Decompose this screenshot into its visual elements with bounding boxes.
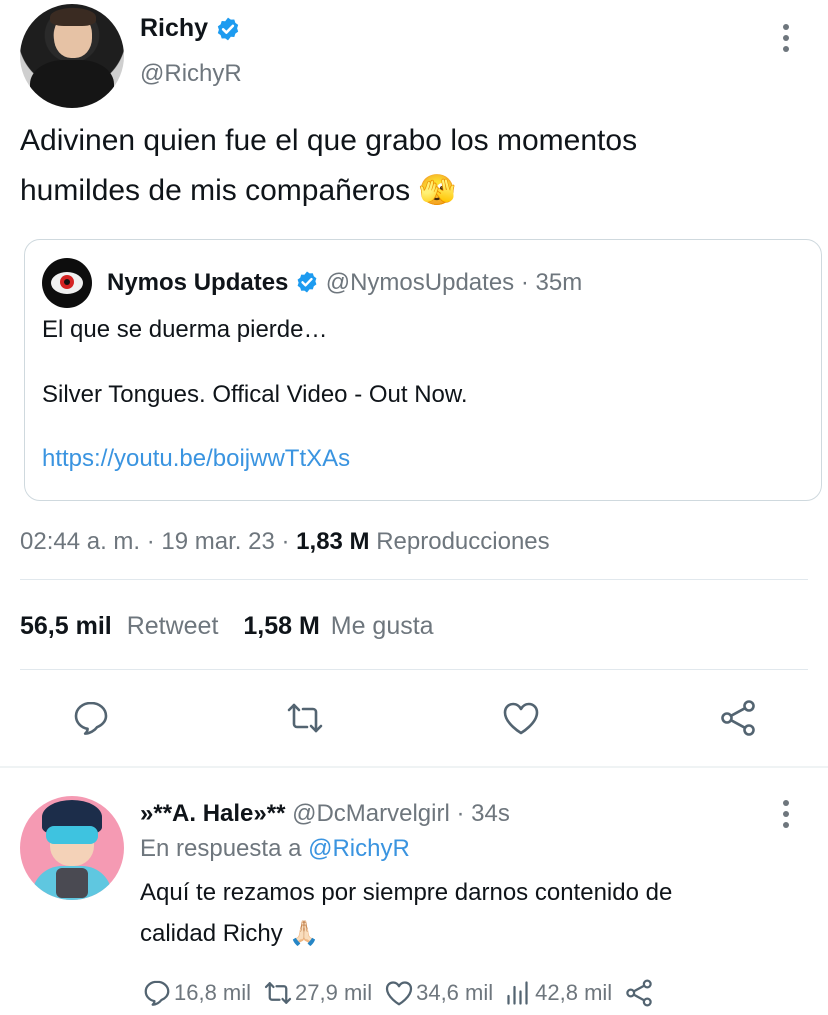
reply-author-avatar[interactable] xyxy=(20,796,124,900)
likes-count: 1,58 M xyxy=(243,612,320,640)
reply-header: »**A. Hale»** @DcMarvelgirl · 34s xyxy=(140,800,510,828)
section-divider xyxy=(0,766,828,768)
reply-author-handle[interactable]: @DcMarvelgirl xyxy=(292,800,450,827)
reply-retweets-count: 27,9 mil xyxy=(295,980,373,1005)
quote-separator: · xyxy=(520,269,529,296)
author-name[interactable]: Richy xyxy=(140,14,208,42)
likes-link[interactable]: 1,58 M Me gusta xyxy=(243,612,433,640)
heart-icon xyxy=(385,981,413,1006)
tweet-time[interactable]: 02:44 a. m. xyxy=(20,528,140,555)
quote-author-name[interactable]: Nymos Updates xyxy=(107,269,288,296)
quote-time: 35m xyxy=(535,269,583,296)
views-count: 1,83 M xyxy=(296,528,370,555)
tweet-date[interactable]: 19 mar. 23 xyxy=(161,528,274,555)
quote-text-line2: Silver Tongues. Offical Video - Out Now. xyxy=(42,381,468,408)
reply-share-action[interactable] xyxy=(624,978,656,1008)
quote-verified-badge-icon xyxy=(297,271,317,293)
reply-icon xyxy=(144,980,170,1006)
reply-text-line2: calidad Richy xyxy=(140,920,283,947)
reply-emoji: 🙏🏻 xyxy=(289,920,320,947)
quote-author-avatar[interactable] xyxy=(42,258,92,308)
tweet-text-line1: Adivinen quien fue el que grabo los mome… xyxy=(20,124,638,157)
reply-retweet-action[interactable]: 27,9 mil xyxy=(263,978,372,1008)
tweet-text-line2-row: humildes de mis compañeros 🫣 xyxy=(20,166,637,216)
reply-reply-action[interactable]: 16,8 mil xyxy=(142,978,251,1008)
reply-replies-count: 16,8 mil xyxy=(174,980,252,1005)
views-chart-icon xyxy=(507,981,528,1005)
reply-text-line2-row: calidad Richy 🙏🏻 xyxy=(140,913,672,954)
reply-icon[interactable] xyxy=(71,698,111,738)
reply-time: 34s xyxy=(471,800,510,827)
divider xyxy=(20,669,808,670)
reply-views-action[interactable]: 42,8 mil xyxy=(505,978,612,1008)
author-handle[interactable]: @RichyR xyxy=(140,60,242,88)
reply-author-name[interactable]: »**A. Hale»** xyxy=(140,800,285,827)
reply-text: Aquí te rezamos por siempre darnos conte… xyxy=(140,872,672,954)
author-name-row[interactable]: Richy xyxy=(140,14,241,43)
engagement-stats: 56,5 mil Retweet 1,58 M Me gusta xyxy=(20,612,434,641)
tweet-emoji: 🫣 xyxy=(418,174,456,207)
in-reply-handle[interactable]: @RichyR xyxy=(308,835,410,862)
quote-link[interactable]: https://youtu.be/boijwwTtXAs xyxy=(42,445,350,473)
share-icon[interactable] xyxy=(718,698,758,738)
views-label: Reproducciones xyxy=(376,528,550,555)
quote-header: Nymos Updates @NymosUpdates · 35m xyxy=(107,269,582,297)
reply-views-count: 42,8 mil xyxy=(535,980,613,1005)
share-icon xyxy=(626,979,652,1007)
reply-separator: · xyxy=(456,800,465,827)
tweet-text-line2: humildes de mis compañeros xyxy=(20,174,411,207)
in-reply-to: En respuesta a @RichyR xyxy=(140,835,410,863)
retweet-icon xyxy=(264,982,292,1004)
verified-badge-icon xyxy=(217,17,238,41)
tweet-text: Adivinen quien fue el que grabo los mome… xyxy=(20,116,637,216)
tweet-meta: 02:44 a. m. · 19 mar. 23 · 1,83 M Reprod… xyxy=(20,528,550,556)
heart-icon[interactable] xyxy=(501,698,541,738)
quote-author-handle[interactable]: @NymosUpdates xyxy=(326,269,514,296)
author-avatar[interactable] xyxy=(20,4,124,108)
quote-text-line1: El que se duerma pierde… xyxy=(42,316,328,343)
likes-label: Me gusta xyxy=(330,612,434,640)
reply-text-line1: Aquí te rezamos por siempre darnos conte… xyxy=(140,879,673,906)
in-reply-prefix: En respuesta a xyxy=(140,835,302,862)
retweets-link[interactable]: 56,5 mil Retweet xyxy=(20,612,225,640)
reply-actions: 16,8 mil 27,9 mil 34,6 mil 42,8 mil xyxy=(142,978,656,1008)
reply-like-action[interactable]: 34,6 mil xyxy=(384,978,493,1008)
reply-likes-count: 34,6 mil xyxy=(416,980,494,1005)
reply-more-options-icon[interactable] xyxy=(781,800,791,833)
meta-separator-1: · xyxy=(146,528,155,555)
more-options-icon[interactable] xyxy=(781,24,791,57)
retweet-icon[interactable] xyxy=(285,698,325,738)
retweets-count: 56,5 mil xyxy=(20,612,112,640)
divider xyxy=(20,579,808,580)
meta-separator-2: · xyxy=(281,528,290,555)
retweets-label: Retweet xyxy=(126,612,219,640)
